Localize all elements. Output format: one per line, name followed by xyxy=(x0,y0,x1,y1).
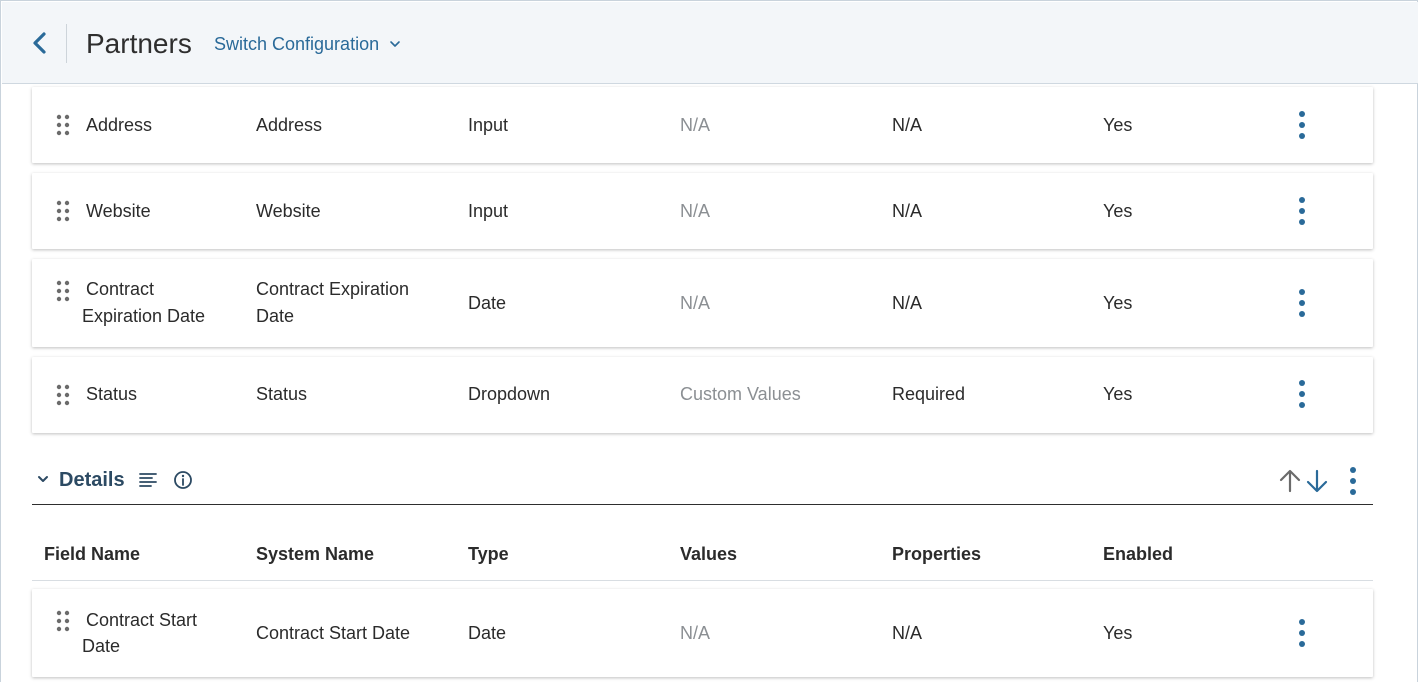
field-name-line1: Contract xyxy=(86,279,155,299)
field-name-line2: Date xyxy=(82,636,121,656)
column-header-values[interactable]: Values xyxy=(680,541,737,568)
more-vertical-icon xyxy=(1299,289,1305,317)
section-header-details: Details xyxy=(32,459,1373,505)
field-properties: Required xyxy=(892,384,966,404)
table-row: Contract Start Date Contract Start Date … xyxy=(32,589,1373,677)
field-properties: N/A xyxy=(892,201,923,221)
page-title: Partners xyxy=(86,28,192,59)
drag-handle-icon[interactable] xyxy=(56,200,70,222)
chevron-down-icon xyxy=(38,476,48,482)
column-header-properties[interactable]: Properties xyxy=(892,541,981,568)
field-enabled: Yes xyxy=(1103,384,1133,404)
field-name: Status xyxy=(86,384,138,404)
field-name-line2: Expiration Date xyxy=(82,306,206,326)
field-enabled: Yes xyxy=(1103,201,1133,221)
table-row: Website Website Input N/A N/A Yes xyxy=(32,173,1373,249)
field-name-line1: Contract Start xyxy=(86,610,198,630)
field-type: Date xyxy=(468,623,507,643)
row-menu-button[interactable] xyxy=(1290,377,1314,411)
switch-configuration-dropdown[interactable]: Switch Configuration xyxy=(214,32,401,56)
table-row: Address Address Input N/A N/A Yes xyxy=(32,87,1373,163)
row-menu-button[interactable] xyxy=(1290,286,1314,320)
field-enabled: Yes xyxy=(1103,115,1133,135)
move-section-up-button[interactable] xyxy=(1278,467,1302,500)
field-enabled: Yes xyxy=(1103,293,1133,313)
field-values: N/A xyxy=(680,115,711,135)
system-name-line2: Date xyxy=(256,306,295,326)
arrow-up-icon xyxy=(1279,469,1301,493)
field-properties: N/A xyxy=(892,115,923,135)
row-menu-button[interactable] xyxy=(1290,194,1314,228)
text-align-icon[interactable] xyxy=(138,470,158,495)
field-enabled: Yes xyxy=(1103,623,1133,643)
field-values: N/A xyxy=(680,623,711,643)
section-menu-button[interactable] xyxy=(1341,465,1365,502)
field-name: Website xyxy=(86,201,151,221)
chevron-left-icon xyxy=(33,32,46,54)
system-name: Address xyxy=(256,115,323,135)
field-name: Address xyxy=(86,115,153,135)
page-header: Partners Switch Configuration xyxy=(2,2,1418,84)
more-vertical-icon xyxy=(1299,619,1305,647)
table-row: Contract Expiration Date Contract Expira… xyxy=(32,259,1373,347)
system-name: Contract Start Date xyxy=(256,623,411,643)
more-vertical-icon xyxy=(1299,111,1305,139)
field-type: Date xyxy=(468,293,507,313)
more-vertical-icon xyxy=(1299,380,1305,408)
drag-handle-icon[interactable] xyxy=(56,114,70,136)
system-name-line1: Contract Expiration xyxy=(256,279,410,299)
field-values: N/A xyxy=(680,293,711,313)
section-collapse-toggle[interactable] xyxy=(36,472,50,486)
field-values: N/A xyxy=(680,201,711,221)
field-type: Input xyxy=(468,201,509,221)
row-menu-button[interactable] xyxy=(1290,616,1314,650)
column-header-enabled[interactable]: Enabled xyxy=(1103,541,1173,568)
section-title: Details xyxy=(59,469,125,491)
more-vertical-icon xyxy=(1299,197,1305,225)
more-vertical-icon xyxy=(1350,467,1356,495)
move-section-down-button[interactable] xyxy=(1305,467,1329,500)
system-name: Status xyxy=(256,384,308,404)
switch-configuration-label: Switch Configuration xyxy=(214,34,380,54)
drag-handle-icon[interactable] xyxy=(56,280,70,302)
column-header-type[interactable]: Type xyxy=(468,541,509,568)
arrow-down-icon xyxy=(1306,469,1328,493)
system-name: Website xyxy=(256,201,321,221)
back-button[interactable] xyxy=(26,28,56,58)
field-properties: N/A xyxy=(892,293,923,313)
app-window: Partners Switch Configuration Address Ad… xyxy=(0,0,1418,682)
chevron-down-icon xyxy=(390,41,400,47)
table-column-headers: Field Name System Name Type Values Prope… xyxy=(32,531,1373,581)
table-row: Status Status Dropdown Custom Values Req… xyxy=(32,357,1373,433)
field-type: Input xyxy=(468,115,509,135)
column-header-system-name[interactable]: System Name xyxy=(256,541,374,568)
drag-handle-icon[interactable] xyxy=(56,610,70,632)
header-divider xyxy=(66,24,67,63)
field-values: Custom Values xyxy=(680,384,801,404)
field-properties: N/A xyxy=(892,623,923,643)
info-icon[interactable] xyxy=(173,470,193,495)
column-header-field-name[interactable]: Field Name xyxy=(44,541,140,568)
field-type: Dropdown xyxy=(468,384,551,404)
row-menu-button[interactable] xyxy=(1290,108,1314,142)
drag-handle-icon[interactable] xyxy=(56,384,70,406)
